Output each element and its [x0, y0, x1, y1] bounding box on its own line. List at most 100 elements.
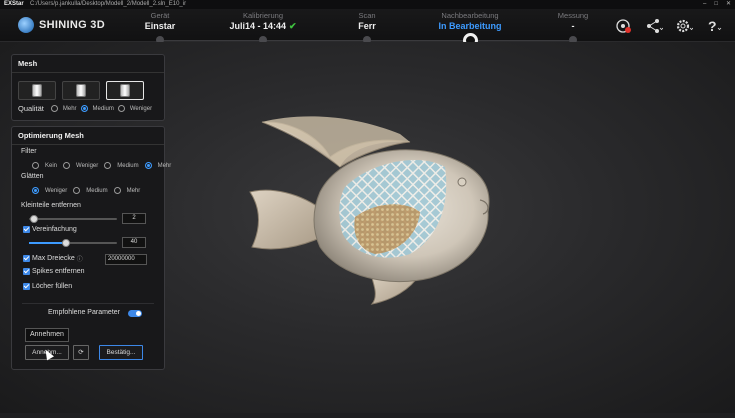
- quality-radio-more[interactable]: [50, 105, 58, 112]
- confirm-button[interactable]: Bestätig...: [99, 345, 143, 360]
- filter-label: Filter: [21, 148, 37, 155]
- close-button[interactable]: ✕: [726, 0, 731, 9]
- smooth-radio-more[interactable]: [113, 187, 121, 194]
- recommended-toggle[interactable]: [128, 310, 142, 317]
- quality-radio-less[interactable]: [117, 105, 125, 112]
- quality-medium-button[interactable]: [62, 81, 100, 100]
- header: SHINING 3D Gerät Einstar Kalibrierung Ju…: [0, 9, 735, 48]
- step-label: Messung: [557, 11, 589, 20]
- quality-low-button[interactable]: [106, 81, 144, 100]
- step-label: Nachbearbeitung: [441, 11, 499, 20]
- checkbox-label: Spikes entfernen: [32, 268, 85, 275]
- quality-buttons: [18, 81, 144, 100]
- cylinder-icon: [76, 84, 86, 97]
- step-label: Gerät: [150, 11, 170, 20]
- measure-icon[interactable]: [615, 18, 633, 34]
- brand-name: SHINING 3D: [39, 19, 105, 31]
- radio-label: Mehr: [126, 187, 141, 194]
- divider: [22, 303, 154, 304]
- quality-radio-medium[interactable]: [80, 105, 88, 112]
- workflow-steps: Gerät Einstar Kalibrierung Juli14 - 14:4…: [115, 9, 618, 48]
- checkbox-checked-icon: [23, 268, 30, 275]
- cylinder-icon: [32, 84, 42, 97]
- quality-high-button[interactable]: [18, 81, 56, 100]
- max-triangles-input[interactable]: 20000000: [105, 254, 147, 265]
- filter-radio-medium[interactable]: [104, 162, 112, 169]
- small-parts-spinbox[interactable]: 2: [122, 213, 146, 224]
- mesh-panel: Mesh Qualität Mehr Medium Weniger: [11, 54, 165, 121]
- step-scan[interactable]: Scan Ferr: [322, 11, 412, 44]
- step-measurement[interactable]: Messung -: [528, 11, 618, 44]
- checkbox-label: Löcher füllen: [32, 283, 73, 290]
- optimize-panel-title: Optimierung Mesh: [12, 127, 164, 145]
- filter-radio-more[interactable]: [144, 162, 152, 169]
- step-device[interactable]: Gerät Einstar: [115, 11, 205, 44]
- radio-label: Medium: [92, 105, 114, 112]
- step-value: Einstar: [144, 21, 176, 31]
- window-controls: – □ ✕: [703, 0, 731, 9]
- recommended-label: Empfohlene Parameter: [48, 309, 120, 316]
- minimize-button[interactable]: –: [703, 0, 706, 9]
- small-parts-slider[interactable]: [29, 215, 117, 223]
- simplify-spinbox[interactable]: 40: [122, 237, 146, 248]
- checkmark-icon: ✔: [288, 21, 297, 31]
- share-icon[interactable]: [645, 18, 664, 34]
- tooltip: Annehmen: [25, 328, 69, 342]
- refresh-button[interactable]: ⟳: [73, 345, 89, 360]
- max-triangles-checkbox[interactable]: Max Dreiecke ⓘ: [23, 254, 83, 263]
- radio-label: Mehr: [62, 105, 77, 112]
- step-value: Juli14 - 14:44 ✔: [218, 20, 308, 33]
- simplify-checkbox[interactable]: Vereinfachung: [23, 226, 77, 233]
- slider-handle[interactable]: [62, 239, 70, 247]
- simplify-slider[interactable]: [29, 239, 117, 247]
- spikes-checkbox[interactable]: Spikes entfernen: [23, 268, 85, 275]
- file-path: C:/Users/p.jankulla/Desktop/Modell_2/Mod…: [30, 1, 187, 7]
- step-value-text: Juli14 - 14:44: [229, 21, 286, 31]
- checkbox-checked-icon: [23, 226, 30, 233]
- radio-label: Medium: [86, 187, 108, 194]
- filter-radio-row: Kein Weniger Medium Mehr: [32, 162, 174, 169]
- svg-text:?: ?: [708, 18, 717, 34]
- quality-label: Qualität: [18, 104, 44, 113]
- slider-handle[interactable]: [30, 215, 38, 223]
- holes-checkbox[interactable]: Löcher füllen: [23, 283, 72, 290]
- step-value: -: [571, 21, 575, 31]
- mesh-panel-title: Mesh: [12, 55, 164, 73]
- info-icon[interactable]: ⓘ: [77, 254, 83, 263]
- quality-radio-row: Qualität Mehr Medium Weniger: [18, 104, 152, 113]
- filter-radio-none[interactable]: [32, 162, 39, 169]
- checkbox-label: Max Dreiecke: [32, 255, 75, 262]
- smooth-radio-medium[interactable]: [73, 187, 81, 194]
- step-value: In Bearbeitung: [438, 21, 502, 31]
- small-parts-label: Kleinteile entfernen: [21, 202, 81, 209]
- step-value: Ferr: [358, 21, 376, 31]
- maximize-button[interactable]: □: [714, 0, 718, 9]
- checkbox-label: Vereinfachung: [32, 226, 77, 233]
- slider-fill: [29, 242, 65, 244]
- radio-label: Mehr: [157, 162, 172, 169]
- radio-label: Weniger: [45, 187, 68, 194]
- smooth-radio-less[interactable]: [32, 187, 39, 194]
- step-postprocessing[interactable]: Nachbearbeitung In Bearbeitung: [425, 11, 515, 48]
- smooth-radio-row: Weniger Medium Mehr: [32, 187, 143, 194]
- checkbox-checked-icon: [23, 283, 30, 290]
- step-label: Kalibrierung: [242, 11, 284, 20]
- logo-mark-icon: [18, 17, 34, 33]
- optimize-mesh-panel: Optimierung Mesh Filter Kein Weniger Med…: [11, 126, 171, 370]
- smooth-label: Glätten: [21, 173, 44, 180]
- help-icon[interactable]: ?: [705, 18, 723, 34]
- header-icons: ?: [615, 18, 723, 34]
- radio-label: Kein: [45, 162, 58, 169]
- logo: SHINING 3D: [18, 17, 105, 33]
- radio-label: Medium: [117, 162, 139, 169]
- step-label: Scan: [358, 11, 376, 20]
- settings-icon[interactable]: [675, 18, 694, 34]
- radio-label: Weniger: [76, 162, 99, 169]
- title-bar: EXStar C:/Users/p.jankulla/Desktop/Model…: [0, 0, 735, 9]
- filter-radio-less[interactable]: [63, 162, 71, 169]
- checkbox-checked-icon: [23, 255, 30, 262]
- cylinder-icon: [120, 84, 130, 97]
- step-calibration[interactable]: Kalibrierung Juli14 - 14:44 ✔: [218, 11, 308, 44]
- app-name: EXStar: [4, 1, 24, 7]
- radio-label: Weniger: [129, 105, 153, 112]
